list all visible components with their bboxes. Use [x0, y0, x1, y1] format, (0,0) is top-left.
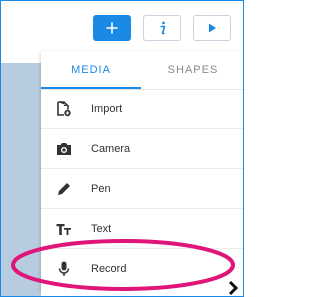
info-icon: [160, 21, 166, 35]
pen-icon: [55, 180, 73, 198]
chevron-right-icon[interactable]: [225, 280, 241, 296]
menu-item-label: Import: [91, 102, 123, 115]
canvas-background: [1, 63, 41, 296]
menu-item-camera[interactable]: Camera: [41, 129, 243, 169]
menu-item-label: Pen: [91, 182, 111, 195]
info-button[interactable]: [143, 15, 181, 41]
menu-item-label: Camera: [91, 142, 131, 155]
tab-media[interactable]: MEDIA: [41, 51, 141, 89]
panel-tabs: MEDIA SHAPES: [41, 51, 243, 90]
panel-footer: [41, 279, 243, 296]
media-panel: MEDIA SHAPES Import Camera Pen Text Reco…: [41, 51, 243, 291]
menu-item-label: Record: [91, 263, 127, 275]
microphone-icon: [55, 260, 73, 278]
add-button[interactable]: [93, 15, 131, 41]
camera-icon: [55, 140, 73, 158]
plus-icon: [106, 22, 118, 34]
menu-item-text[interactable]: Text: [41, 209, 243, 249]
play-button[interactable]: [193, 15, 231, 41]
app-frame: MEDIA SHAPES Import Camera Pen Text Reco…: [0, 0, 244, 297]
menu-item-pen[interactable]: Pen: [41, 169, 243, 209]
tab-shapes[interactable]: SHAPES: [141, 51, 243, 89]
menu-item-label: Text: [91, 222, 112, 235]
import-file-icon: [55, 100, 73, 118]
menu-item-import[interactable]: Import: [41, 89, 243, 129]
play-icon: [208, 23, 216, 33]
text-icon: [55, 220, 73, 238]
